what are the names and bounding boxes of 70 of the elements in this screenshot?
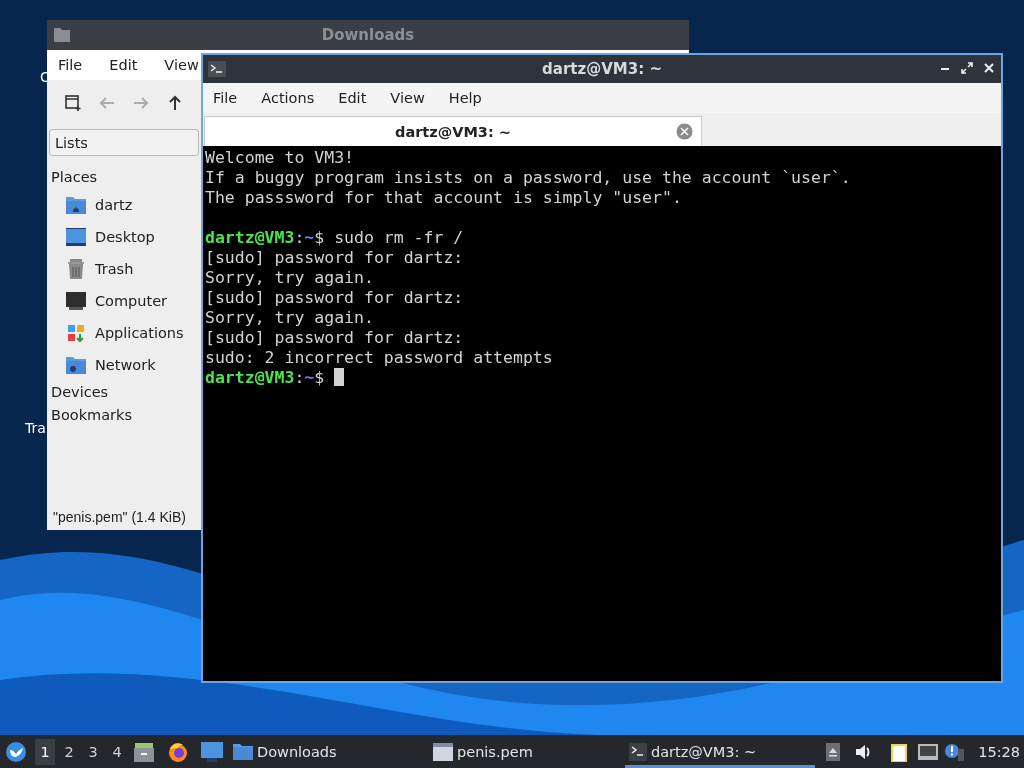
taskbar-task[interactable]: Downloads [229, 735, 429, 768]
maximize-icon[interactable] [961, 62, 973, 74]
folder-icon [233, 742, 253, 761]
terminal-icon [208, 61, 226, 77]
window-icon [433, 742, 453, 761]
place-label: dartz [95, 197, 133, 213]
browser-icon[interactable] [167, 740, 189, 763]
place-label: Network [95, 357, 156, 373]
trash-icon [65, 258, 87, 280]
desktop-icon [65, 226, 87, 248]
place-label: Desktop [95, 229, 155, 245]
applications-icon [65, 322, 87, 344]
menu-item[interactable]: Edit [338, 90, 367, 106]
desktop-switch-button[interactable]: 2 [59, 738, 79, 765]
window-title: Downloads [321, 26, 415, 44]
terminal-line: The passsword for that account is simply "user". [205, 188, 683, 208]
window-title: dartz@VM3: ~ [542, 60, 662, 78]
section-heading[interactable]: Bookmarks [51, 404, 132, 427]
section-heading[interactable]: Places [51, 166, 98, 189]
place-item[interactable]: Computer [51, 285, 168, 317]
folder-icon [54, 28, 70, 42]
terminal-prompt-line: dartz@VM3:~$ [205, 368, 1001, 388]
menu-item[interactable]: Help [448, 90, 482, 106]
place-label: Applications [95, 325, 184, 341]
desktop-icon[interactable] [201, 741, 223, 762]
side-pane-mode-select[interactable]: Lists [49, 129, 199, 156]
terminal-line: If a buggy program insists on a password, use the account `user`. [205, 168, 852, 188]
file-cabinet-icon[interactable] [133, 740, 155, 763]
desktop-switch-button[interactable]: 3 [83, 738, 103, 765]
place-item[interactable]: Trash [51, 253, 134, 285]
taskbar-task[interactable]: dartz@VM3: ~ [625, 735, 815, 768]
taskbar-task[interactable]: penis.pem [429, 735, 625, 768]
terminal-line: Sorry, try again. [205, 308, 375, 328]
menu-item[interactable]: View [164, 57, 199, 73]
place-item[interactable]: dartz [51, 189, 133, 221]
terminal-line: [sudo] password for dartz: [205, 248, 465, 268]
new-tab-button[interactable] [63, 93, 83, 113]
menu-item[interactable]: Edit [109, 57, 138, 73]
terminal-line: sudo: 2 incorrect password attempts [205, 348, 554, 368]
terminal-tab[interactable]: dartz@VM3: ~ [204, 116, 702, 146]
menu-item[interactable]: Actions [261, 90, 315, 106]
place-item[interactable]: Applications [51, 317, 184, 349]
place-item[interactable]: Network [51, 349, 156, 381]
place-label: Computer [95, 293, 168, 309]
close-icon[interactable] [983, 62, 995, 74]
home-folder-icon [65, 194, 87, 216]
network-icon[interactable] [918, 743, 939, 760]
section-heading[interactable]: Devices [51, 381, 109, 404]
place-item[interactable]: Desktop [51, 221, 155, 253]
eject-icon[interactable] [826, 742, 841, 761]
clipboard-icon[interactable] [890, 741, 909, 762]
menu-item[interactable]: View [390, 90, 425, 106]
terminal-line: [sudo] password for dartz: [205, 328, 465, 348]
desktop-icon-label[interactable]: Tra [25, 420, 46, 436]
terminal-line: Sorry, try again. [205, 268, 375, 288]
desktop-switch-button[interactable]: 1 [35, 738, 55, 765]
computer-icon [65, 290, 87, 312]
status-text: "penis.pem" (1.4 KiB) [52, 509, 186, 527]
clock[interactable]: 15:28 [978, 743, 1020, 760]
terminal-line: [sudo] password for dartz: [205, 288, 465, 308]
start-menu-icon[interactable] [5, 740, 27, 763]
desktop-switch-button[interactable]: 4 [107, 738, 127, 765]
network-folder-icon [65, 354, 87, 376]
place-label: Trash [95, 261, 134, 277]
terminal-prompt-line: dartz@VM3:~$ sudo rm -fr / [205, 228, 465, 248]
terminal-line: Welcome to VM3! [205, 148, 355, 168]
menu-item[interactable]: File [58, 57, 83, 73]
menu-item[interactable]: File [213, 90, 238, 106]
notification-icon[interactable] [944, 742, 965, 761]
terminal-icon [629, 742, 647, 761]
